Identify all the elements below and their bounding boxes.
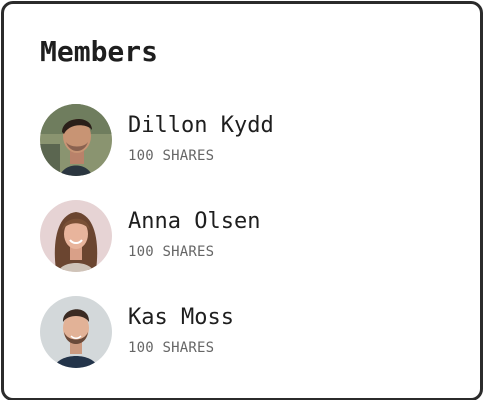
member-name[interactable]: Kas Moss bbox=[128, 305, 234, 330]
member-name[interactable]: Dillon Kydd bbox=[128, 113, 274, 138]
member-item[interactable]: Dillon Kydd 100 SHARES bbox=[40, 104, 460, 176]
avatar[interactable] bbox=[40, 200, 112, 272]
avatar-photo-icon bbox=[40, 296, 112, 368]
avatar[interactable] bbox=[40, 104, 112, 176]
member-shares: 100 SHARES bbox=[128, 148, 215, 164]
member-shares: 100 SHARES bbox=[128, 244, 215, 260]
member-item[interactable]: Kas Moss 100 SHARES bbox=[40, 296, 460, 368]
member-name[interactable]: Anna Olsen bbox=[128, 209, 260, 234]
member-item[interactable]: Anna Olsen 100 SHARES bbox=[40, 200, 460, 272]
members-card: Members Dillon Kydd 100 SHARES Anna Olse… bbox=[1, 1, 483, 400]
avatar-photo-icon bbox=[40, 200, 112, 272]
member-shares: 100 SHARES bbox=[128, 340, 215, 356]
avatar-photo-icon bbox=[40, 104, 112, 176]
card-title: Members bbox=[40, 35, 159, 68]
avatar[interactable] bbox=[40, 296, 112, 368]
